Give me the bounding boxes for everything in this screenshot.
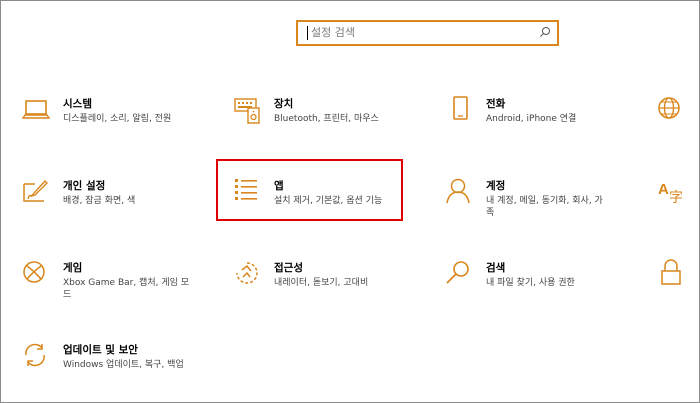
tile-title: 계정 xyxy=(486,180,506,192)
svg-text:A: A xyxy=(658,181,669,198)
tile-search[interactable]: 검색 내 파일 찾기, 사용 권한 xyxy=(446,261,646,301)
language-icon[interactable]: A 字 xyxy=(657,179,687,209)
tile-title: 장치 xyxy=(274,98,294,110)
tile-title: 전화 xyxy=(486,98,506,110)
tile-desc-line2: 드 xyxy=(63,290,72,300)
search-box[interactable]: 설정 검색 xyxy=(296,20,559,46)
lock-icon[interactable] xyxy=(657,259,687,291)
tile-title: 시스템 xyxy=(63,98,92,110)
tile-desc: Bluetooth, 프린터, 마우스 xyxy=(274,114,379,124)
tile-desc-line2: 족 xyxy=(486,208,495,218)
tile-desc: 내레이터, 돋보기, 고대비 xyxy=(274,278,369,288)
svg-text:字: 字 xyxy=(669,190,683,206)
search-icon[interactable] xyxy=(538,25,552,39)
tile-desc: Android, iPhone 연결 xyxy=(486,114,577,124)
ease-of-access-icon xyxy=(236,262,258,284)
tile-title: 업데이트 및 보안 xyxy=(63,344,138,356)
tile-personalization[interactable]: 개인 설정 배경, 잠금 화면, 색 xyxy=(23,179,223,219)
globe-icon[interactable] xyxy=(657,97,687,127)
magnifier-icon xyxy=(446,261,469,284)
person-icon xyxy=(446,178,470,204)
xbox-icon xyxy=(23,261,45,283)
search-placeholder: 설정 검색 xyxy=(311,26,355,39)
tile-desc: 디스플레이, 소리, 알림, 전원 xyxy=(63,114,172,124)
keyboard-speaker-icon xyxy=(234,98,260,124)
text-caret xyxy=(307,26,308,40)
tile-title: 게임 xyxy=(63,262,83,274)
tile-phone[interactable]: 전화 Android, iPhone 연결 xyxy=(446,96,646,137)
laptop-icon xyxy=(21,100,51,119)
tile-title: 접근성 xyxy=(274,262,303,274)
tile-desc: Xbox Game Bar, 캡처, 게임 모 xyxy=(63,278,190,288)
tile-gaming[interactable]: 게임 Xbox Game Bar, 캡처, 게임 모 드 xyxy=(23,261,223,301)
settings-window: 설정 검색 시스템 디스플레이, 소리, 알림, 전원 장치 Bluetooth… xyxy=(0,0,700,403)
tile-accounts[interactable]: 계정 내 계정, 메일, 동기화, 회사, 가 족 xyxy=(446,178,646,219)
tile-ease-of-access[interactable]: 접근성 내레이터, 돋보기, 고대비 xyxy=(234,261,434,301)
tile-system[interactable]: 시스템 디스플레이, 소리, 알림, 전원 xyxy=(21,97,223,137)
tile-desc: 배경, 잠금 화면, 색 xyxy=(63,196,136,206)
phone-icon xyxy=(453,96,468,120)
tile-desc: Windows 업데이트, 복구, 백업 xyxy=(63,360,184,370)
tile-title: 개인 설정 xyxy=(63,180,106,192)
paint-brush-icon xyxy=(23,179,48,202)
tile-title: 검색 xyxy=(486,262,506,274)
tile-desc: 내 계정, 메일, 동기화, 회사, 가 xyxy=(486,196,603,206)
tile-devices[interactable]: 장치 Bluetooth, 프린터, 마우스 xyxy=(234,97,434,137)
tile-desc: 내 파일 찾기, 사용 권한 xyxy=(486,278,575,288)
highlight-box xyxy=(216,159,403,221)
sync-icon xyxy=(25,343,45,367)
tile-update-security[interactable]: 업데이트 및 보안 Windows 업데이트, 복구, 백업 xyxy=(23,343,223,383)
